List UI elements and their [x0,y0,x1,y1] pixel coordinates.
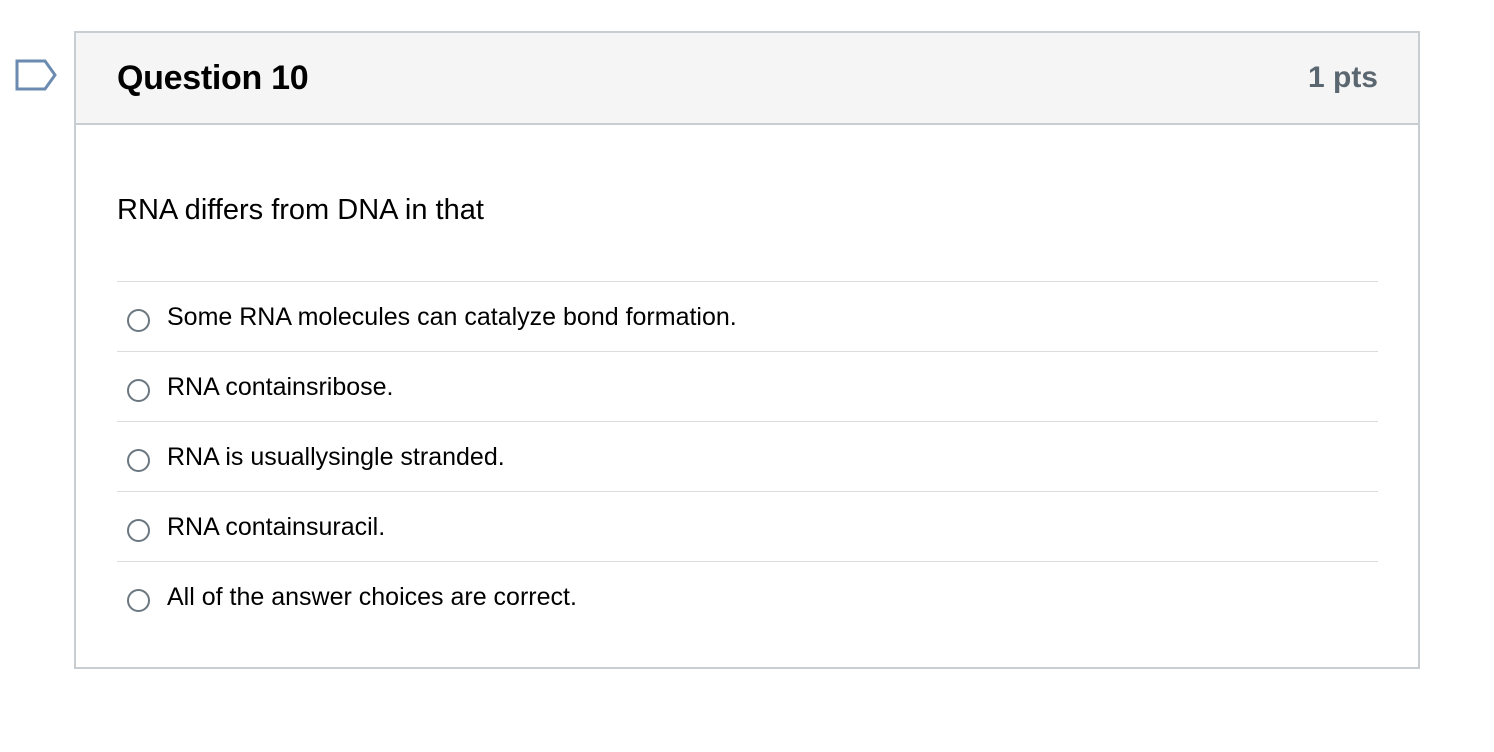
answer-option[interactable]: RNA is usuallysingle stranded. [117,422,1378,492]
answer-option[interactable]: All of the answer choices are correct. [117,562,1378,631]
question-card: Question 10 1 pts RNA differs from DNA i… [74,31,1420,669]
bookmark-flag-icon[interactable] [15,59,59,91]
answer-list: Some RNA molecules can catalyze bond for… [117,281,1378,631]
radio-button[interactable] [127,379,150,402]
answer-option[interactable]: RNA containsribose. [117,352,1378,422]
answer-label: Some RNA molecules can catalyze bond for… [167,303,737,331]
answer-option[interactable]: Some RNA molecules can catalyze bond for… [117,282,1378,352]
radio-button[interactable] [127,309,150,332]
question-body: RNA differs from DNA in that Some RNA mo… [76,191,1418,631]
answer-label: All of the answer choices are correct. [167,583,577,611]
answer-label: RNA containsribose. [167,373,394,401]
radio-button[interactable] [127,519,150,542]
answer-label: RNA is usuallysingle stranded. [167,443,505,471]
radio-button[interactable] [127,589,150,612]
answer-label: RNA containsuracil. [167,513,386,541]
question-header: Question 10 1 pts [76,33,1418,125]
question-points: 1 pts [1307,61,1378,94]
radio-button[interactable] [127,449,150,472]
question-title: Question 10 [117,58,309,97]
question-text: RNA differs from DNA in that [117,194,484,226]
quiz-page: Question 10 1 pts RNA differs from DNA i… [0,0,1494,752]
answer-option[interactable]: RNA containsuracil. [117,492,1378,562]
